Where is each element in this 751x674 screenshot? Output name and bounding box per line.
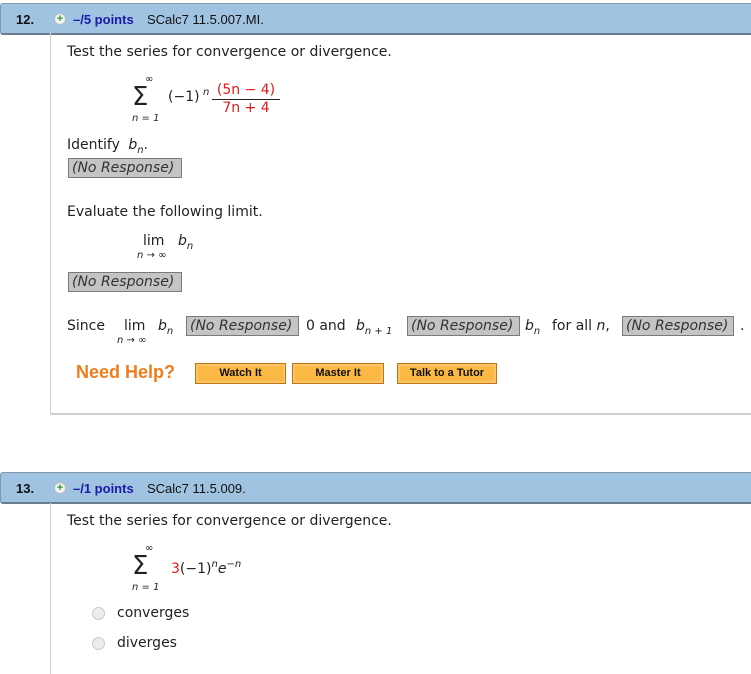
exponent: −n bbox=[226, 559, 242, 570]
question-number: 12. bbox=[16, 12, 35, 27]
coefficient: 3 bbox=[171, 561, 180, 577]
question-12-header: 12. + –/5 points SCalc7 11.5.007.MI. bbox=[0, 3, 751, 35]
b-letter: b bbox=[158, 318, 167, 334]
question-12-body bbox=[50, 32, 751, 415]
lim-under: n → ∞ bbox=[117, 335, 147, 346]
converges-radio[interactable] bbox=[92, 607, 105, 620]
identify-bn-response[interactable]: (No Response) bbox=[68, 158, 182, 178]
for-all-text: for all n, bbox=[552, 318, 610, 334]
sign-factor: (−1) bbox=[168, 89, 200, 105]
expand-plus-icon[interactable]: + bbox=[54, 13, 66, 25]
question-13-header: 13. + –/1 points SCalc7 11.5.009. bbox=[0, 472, 751, 504]
b-n-plus-1: bn + 1 bbox=[356, 318, 392, 337]
denominator: 7n + 4 bbox=[222, 100, 270, 116]
since-label: Since bbox=[67, 318, 105, 334]
watch-it-button[interactable]: Watch It bbox=[195, 363, 286, 384]
conclusion-response[interactable]: (No Response) bbox=[622, 316, 734, 336]
exponent: n bbox=[203, 87, 210, 98]
lim-text: lim bbox=[143, 233, 165, 249]
master-it-button[interactable]: Master It bbox=[292, 363, 384, 384]
points-label: –/5 points bbox=[73, 12, 134, 27]
limit-comparison-response[interactable]: (No Response) bbox=[186, 316, 299, 336]
series-term: 3(−1)ne−n bbox=[171, 559, 242, 577]
subscript: n + 1 bbox=[365, 326, 392, 337]
option-label[interactable]: converges bbox=[117, 605, 189, 621]
subscript: n bbox=[166, 326, 174, 337]
diverges-radio[interactable] bbox=[92, 637, 105, 650]
b-letter: b bbox=[356, 318, 365, 334]
comma: , bbox=[605, 318, 610, 334]
question-number: 13. bbox=[16, 481, 35, 496]
sum-lower-limit: n = 1 bbox=[132, 582, 160, 593]
subscript: n bbox=[533, 326, 541, 337]
zero-and-text: 0 and bbox=[306, 318, 346, 334]
sigma-symbol: Σ bbox=[132, 82, 149, 112]
question-code: SCalc7 11.5.009. bbox=[147, 481, 246, 496]
b-variable: b bbox=[128, 137, 138, 153]
identify-text: Identify bbox=[67, 137, 120, 153]
b-variable: bn bbox=[178, 233, 194, 252]
b-variable: bn bbox=[525, 318, 541, 337]
talk-to-tutor-button[interactable]: Talk to a Tutor bbox=[397, 363, 497, 384]
expand-plus-icon[interactable]: + bbox=[54, 482, 66, 494]
subscript: n bbox=[137, 145, 144, 156]
question-prompt: Test the series for convergence or diver… bbox=[67, 513, 392, 529]
sign-factor: (−1) bbox=[179, 561, 212, 577]
identify-label: Identify bn. bbox=[67, 137, 148, 156]
fraction: (5n − 4) 7n + 4 bbox=[212, 82, 280, 117]
limit-prompt: Evaluate the following limit. bbox=[67, 204, 263, 220]
b-letter: b bbox=[178, 233, 187, 249]
option-label[interactable]: diverges bbox=[117, 635, 177, 651]
period: . bbox=[143, 137, 148, 153]
need-help-label: Need Help? bbox=[76, 362, 176, 382]
subscript: n bbox=[186, 241, 194, 252]
sigma-symbol: Σ bbox=[132, 551, 149, 581]
lim-under: n → ∞ bbox=[137, 250, 167, 261]
sequence-comparison-response[interactable]: (No Response) bbox=[407, 316, 520, 336]
exponent: n bbox=[211, 559, 218, 570]
numerator: (5n − 4) bbox=[212, 82, 280, 100]
limit-response[interactable]: (No Response) bbox=[68, 272, 182, 292]
period: . bbox=[740, 318, 745, 334]
b-variable: bn bbox=[158, 318, 174, 337]
subscript-text: n + 1 bbox=[364, 326, 393, 337]
points-label: –/1 points bbox=[73, 481, 134, 496]
b-letter: b bbox=[525, 318, 534, 334]
question-prompt: Test the series for convergence or diver… bbox=[67, 44, 392, 60]
sum-lower-limit: n = 1 bbox=[132, 113, 160, 124]
lim-text: lim bbox=[124, 318, 146, 334]
for-all-label: for all bbox=[552, 318, 593, 334]
question-code: SCalc7 11.5.007.MI. bbox=[147, 12, 264, 27]
